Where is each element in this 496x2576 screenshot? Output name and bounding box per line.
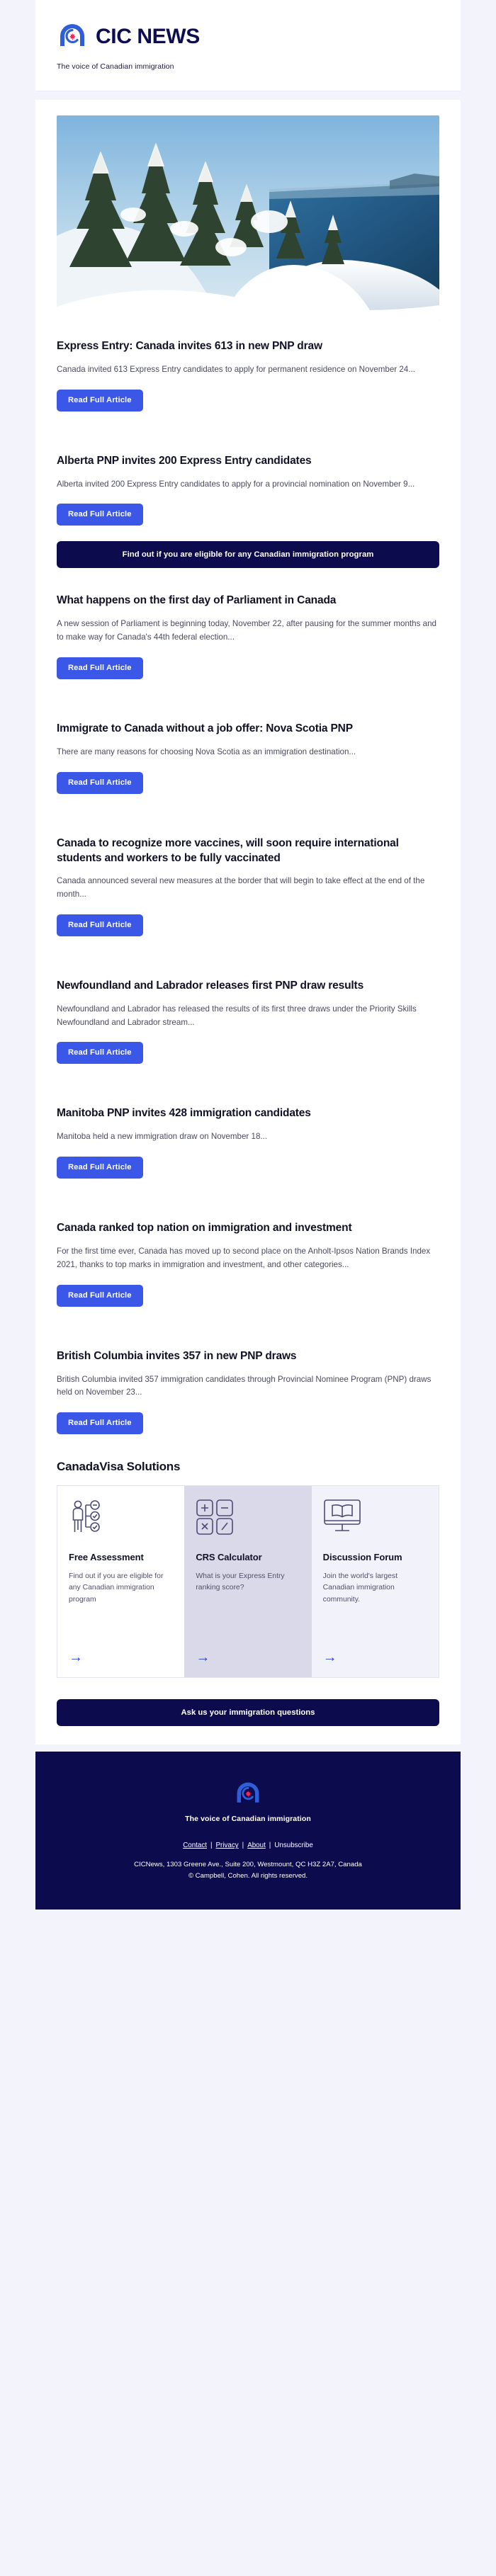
solution-card-title: Free Assessment (69, 1552, 144, 1563)
solution-card-description: Join the world's largest Canadian immigr… (322, 1572, 398, 1604)
email-body: CIC NEWS The voice of Canadian immigrati… (0, 0, 496, 1910)
ask-questions-cta-banner[interactable]: Ask us your immigration questions (57, 1699, 439, 1727)
article-item: Manitoba PNP invites 428 immigration can… (35, 1088, 461, 1179)
read-full-article-button[interactable]: Read Full Article (57, 771, 143, 794)
article-title: Express Entry: Canada invites 613 in new… (57, 340, 322, 352)
solution-card-discussion-forum[interactable]: Discussion Forum Join the world's larges… (311, 1486, 439, 1678)
article-title: Newfoundland and Labrador releases first… (57, 980, 364, 992)
arrow-right-icon[interactable]: → (196, 1650, 300, 1664)
read-full-article-button[interactable]: Read Full Article (57, 1412, 143, 1435)
monitor-open-book-icon (323, 1499, 427, 1538)
solutions-grid: Free Assessment Find out if you are elig… (57, 1485, 439, 1679)
footer-link-privacy[interactable]: Privacy (216, 1842, 239, 1849)
article-excerpt: British Columbia invited 357 immigration… (57, 1374, 432, 1397)
solution-card-crs-calculator[interactable]: CRS Calculator What is your Express Entr… (184, 1486, 312, 1678)
article-title: British Columbia invites 357 in new PNP … (57, 1349, 297, 1362)
article-excerpt: Newfoundland and Labrador has released t… (57, 1004, 417, 1027)
read-full-article-button[interactable]: Read Full Article (57, 1157, 143, 1179)
cic-news-logo-icon (234, 1780, 262, 1808)
article-excerpt: Manitoba held a new immigration draw on … (57, 1132, 268, 1142)
footer-copyright: © Campbell, Cohen. All rights reserved. (188, 1871, 308, 1880)
solutions-title: CanadaVisa Solutions (57, 1460, 181, 1474)
arrow-right-icon[interactable]: → (69, 1650, 173, 1664)
article-item: Alberta PNP invites 200 Express Entry ca… (35, 436, 461, 526)
article-excerpt: Canada invited 613 Express Entry candida… (57, 364, 415, 374)
article-title: Alberta PNP invites 200 Express Entry ca… (57, 454, 312, 467)
solution-card-title: CRS Calculator (196, 1552, 262, 1563)
read-full-article-button[interactable]: Read Full Article (57, 504, 143, 526)
solution-card-description: What is your Express Entry ranking score… (196, 1572, 285, 1592)
newsletter-content-card: Express Entry: Canada invites 613 in new… (35, 100, 461, 1745)
email-footer: The voice of Canadian immigration Contac… (35, 1752, 461, 1910)
read-full-article-button[interactable]: Read Full Article (57, 1042, 143, 1065)
article-item: Canada ranked top nation on immigration … (35, 1203, 461, 1307)
brand-row: CIC NEWS (57, 21, 439, 52)
article-excerpt: Alberta invited 200 Express Entry candid… (57, 479, 415, 489)
read-full-article-button[interactable]: Read Full Article (57, 1284, 143, 1307)
article-title: Manitoba PNP invites 428 immigration can… (57, 1107, 311, 1120)
calculator-operators-icon (196, 1499, 300, 1538)
article-item: Express Entry: Canada invites 613 in new… (35, 321, 461, 412)
solution-card-free-assessment[interactable]: Free Assessment Find out if you are elig… (57, 1486, 185, 1678)
article-excerpt: Canada announced several new measures at… (57, 876, 425, 900)
footer-link-separator: | (242, 1842, 244, 1850)
footer-links: Contact | Privacy | About | Unsubscribe (57, 1842, 439, 1849)
footer-link-contact[interactable]: Contact (183, 1842, 207, 1849)
footer-address: CICNews, 1303 Greene Ave., Suite 200, We… (134, 1861, 362, 1869)
footer-link-separator: | (210, 1842, 213, 1850)
solutions-section: CanadaVisa Solutions Free Assessment Fin… (35, 1434, 461, 1679)
read-full-article-button[interactable]: Read Full Article (57, 657, 143, 679)
article-title: Canada ranked top nation on immigration … (57, 1222, 352, 1235)
email-header: CIC NEWS The voice of Canadian immigrati… (35, 0, 461, 91)
person-checklist-icon (69, 1499, 173, 1538)
cic-news-logo-icon (57, 21, 88, 52)
footer-link-separator: | (269, 1842, 271, 1850)
eligibility-cta-banner[interactable]: Find out if you are eligible for any Can… (57, 541, 439, 569)
article-item: What happens on the first day of Parliam… (35, 575, 461, 679)
hero-image (57, 115, 439, 321)
article-item: British Columbia invites 357 in new PNP … (35, 1331, 461, 1435)
footer-link-about[interactable]: About (247, 1842, 266, 1849)
brand-name: CIC NEWS (96, 25, 200, 48)
article-title: Immigrate to Canada without a job offer:… (57, 722, 353, 734)
article-excerpt: There are many reasons for choosing Nova… (57, 747, 356, 756)
article-item: Immigrate to Canada without a job offer:… (35, 703, 461, 794)
solution-card-description: Find out if you are eligible for any Can… (69, 1572, 164, 1604)
brand-tagline: The voice of Canadian immigration (57, 62, 174, 71)
article-excerpt: For the first time ever, Canada has move… (57, 1247, 431, 1269)
article-title: Canada to recognize more vaccines, will … (57, 836, 399, 864)
article-item: Newfoundland and Labrador releases first… (35, 960, 461, 1065)
footer-link-unsubscribe[interactable]: Unsubscribe (274, 1842, 312, 1849)
arrow-right-icon[interactable]: → (323, 1650, 427, 1664)
read-full-article-button[interactable]: Read Full Article (57, 914, 143, 936)
article-title: What happens on the first day of Parliam… (57, 594, 337, 607)
footer-tagline: The voice of Canadian immigration (185, 1815, 311, 1824)
article-item: Canada to recognize more vaccines, will … (35, 818, 461, 936)
solution-card-title: Discussion Forum (322, 1552, 402, 1563)
article-excerpt: A new session of Parliament is beginning… (57, 619, 436, 642)
read-full-article-button[interactable]: Read Full Article (57, 389, 143, 412)
